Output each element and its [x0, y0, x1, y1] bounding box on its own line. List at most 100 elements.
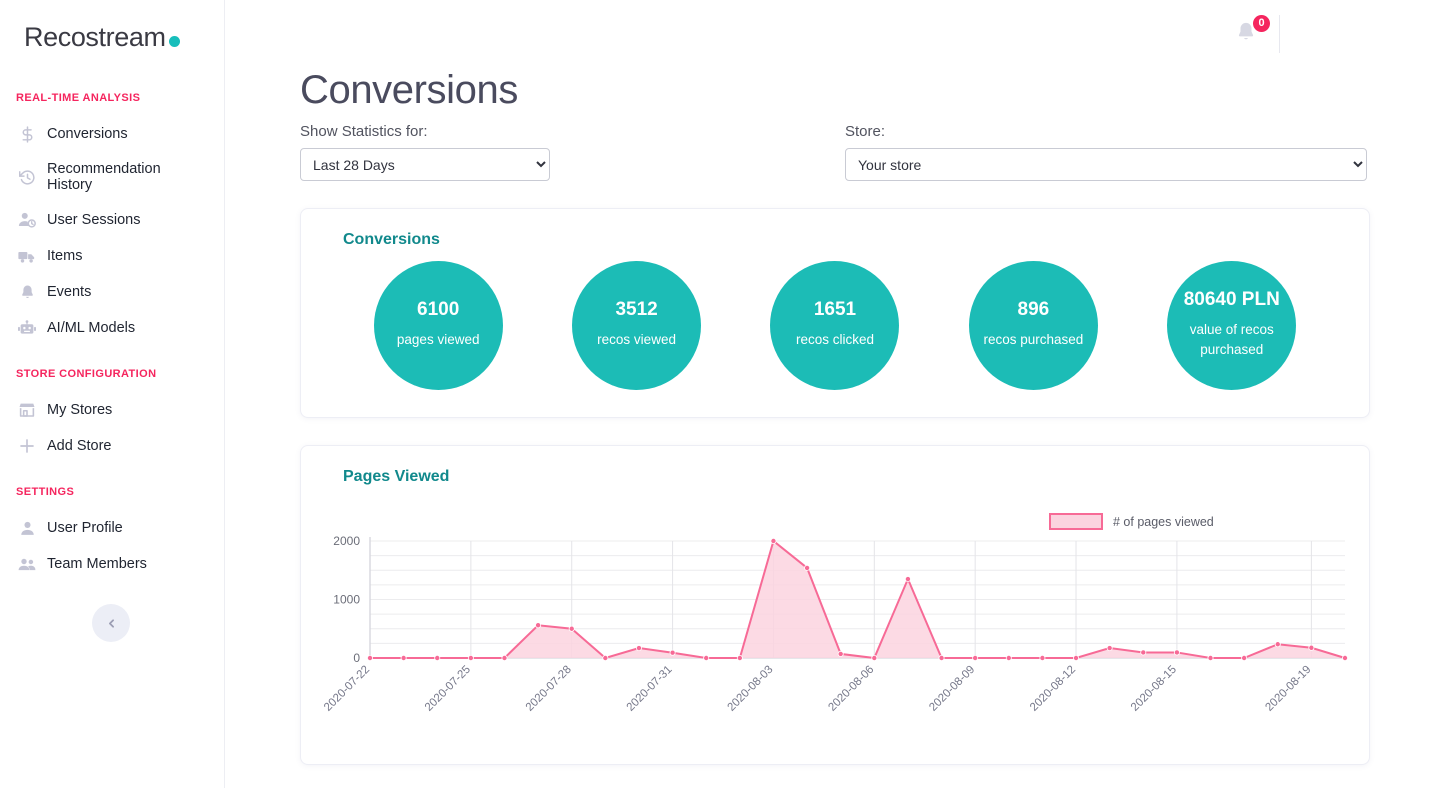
- metric-circle: 1651 recos clicked: [770, 261, 900, 390]
- sidebar-section-title: SETTINGS: [16, 486, 75, 498]
- chart-data-point[interactable]: [1274, 641, 1281, 648]
- sidebar-nav: REAL-TIME ANALYSIS Conversions Recommendat…: [0, 92, 224, 582]
- sidebar-item-events[interactable]: Events: [0, 274, 224, 310]
- sidebar-item-label: Add Store: [47, 438, 112, 454]
- chart-data-point[interactable]: [635, 645, 642, 652]
- page-title: Conversions: [300, 68, 518, 112]
- x-axis-tick-label: 2020-07-28: [524, 664, 574, 714]
- legend-label: # of pages viewed: [1113, 515, 1214, 529]
- chart-data-point[interactable]: [535, 622, 542, 629]
- x-axis-tick-label: 2020-07-22: [322, 664, 372, 714]
- metric-circle: 3512 recos viewed: [572, 261, 702, 390]
- people-icon: [18, 555, 36, 573]
- sidebar-item-items[interactable]: Items: [0, 238, 224, 274]
- pages-viewed-card-title: Pages Viewed: [343, 468, 450, 485]
- sidebar-item-label: Events: [47, 284, 92, 300]
- x-axis-tick-label: 2020-08-03: [725, 664, 775, 714]
- chart-data-point[interactable]: [1005, 654, 1012, 661]
- sidebar-item-team-members[interactable]: Team Members: [0, 546, 224, 582]
- notification-badge: 0: [1253, 15, 1270, 32]
- metric-label: recos viewed: [597, 331, 676, 347]
- metric-value: 6100: [417, 299, 460, 321]
- chart-data-point[interactable]: [1173, 649, 1180, 656]
- sidebar-item-label: Conversions: [47, 126, 128, 142]
- chart-data-point[interactable]: [703, 654, 710, 661]
- chart-data-point[interactable]: [367, 654, 374, 661]
- metric-value: 1651: [813, 299, 857, 321]
- sidebar-item-label: My Stores: [47, 402, 113, 418]
- chart-data-point[interactable]: [568, 625, 575, 632]
- sidebar-item-add-store[interactable]: Add Store: [0, 428, 224, 464]
- sidebar-section-title: STORE CONFIGURATION: [16, 368, 157, 380]
- topbar-divider: [1279, 15, 1280, 53]
- chart-data-point[interactable]: [804, 564, 811, 571]
- bell-icon: [18, 283, 36, 301]
- robot-icon: [18, 319, 36, 337]
- sidebar-section-title: REAL-TIME ANALYSIS: [16, 92, 141, 104]
- x-axis-tick-label: 2020-07-25: [423, 664, 473, 714]
- sidebar-item-label: User Profile: [47, 520, 123, 536]
- pages-viewed-card: Pages Viewed # of pages viewed 0 1000 2000 2…: [300, 445, 1370, 765]
- metric-label: recos clicked: [795, 331, 874, 347]
- sidebar-item-user-sessions[interactable]: User Sessions: [0, 202, 224, 238]
- metric-circle: 80640 PLN value of recos purchased: [1167, 261, 1297, 390]
- notifications-button[interactable]: 0: [1235, 15, 1270, 47]
- sidebar-item-label: Items: [47, 248, 83, 264]
- chart-data-point[interactable]: [972, 654, 979, 661]
- chart-data-point[interactable]: [1140, 649, 1147, 656]
- store-filter-label: Store:: [845, 123, 886, 140]
- chart-data-point[interactable]: [871, 654, 878, 661]
- date-range-select[interactable]: Last 28 DaysLast 7 DaysTodayLast 90 Days: [300, 148, 550, 181]
- chart-data-point[interactable]: [736, 654, 743, 661]
- chart-data-point[interactable]: [669, 649, 676, 656]
- pages-viewed-chart[interactable]: # of pages viewed 0 1000 2000 2020-07-22 2020…: [301, 486, 1369, 736]
- logo[interactable]: Recostream: [0, 0, 224, 70]
- plus-icon: [18, 437, 36, 455]
- store-filter-group: Store: Your store: [845, 123, 1367, 181]
- chart-data-point[interactable]: [602, 654, 609, 661]
- sidebar: Recostream REAL-TIME ANALYSIS Conversions…: [0, 0, 225, 788]
- x-axis-tick-label: 2020-07-31: [625, 664, 675, 714]
- logo-text: Recostream: [24, 22, 166, 52]
- sidebar-item-my-stores[interactable]: My Stores: [0, 392, 224, 428]
- x-axis-tick-label: 2020-08-09: [927, 664, 977, 714]
- chart-data-point[interactable]: [1106, 645, 1113, 652]
- store-select[interactable]: Your store: [845, 148, 1367, 181]
- sidebar-item-user-profile[interactable]: User Profile: [0, 510, 224, 546]
- chart-data-point[interactable]: [434, 654, 441, 661]
- conversions-card: Conversions 6100 pages viewed 3512 recos vi…: [300, 208, 1370, 418]
- chart-data-point[interactable]: [1073, 654, 1080, 661]
- chart-data-point[interactable]: [501, 654, 508, 661]
- chart-data-point[interactable]: [1342, 654, 1349, 661]
- date-filter-group: Show Statistics for: Last 28 DaysLast 7 …: [300, 123, 845, 181]
- chart-data-point[interactable]: [770, 538, 777, 545]
- date-filter-label: Show Statistics for:: [300, 123, 428, 140]
- chart-data-point[interactable]: [400, 654, 407, 661]
- chart-data-point[interactable]: [938, 654, 945, 661]
- chart-data-point[interactable]: [1207, 654, 1214, 661]
- sidebar-item-label: User Sessions: [47, 212, 141, 228]
- main-content: 0 Conversions Show Statistics for: Last …: [225, 0, 1440, 788]
- metric-label: value of recos purchased: [1189, 321, 1274, 358]
- x-axis-tick-label: 2020-08-12: [1028, 664, 1078, 714]
- chart-data-point[interactable]: [837, 650, 844, 657]
- conversions-metrics-row: 6100 pages viewed 3512 recos viewed 1651 reco…: [301, 249, 1369, 390]
- x-axis-tick-label: 2020-08-06: [826, 664, 876, 714]
- chart-data-point[interactable]: [1308, 644, 1315, 651]
- sidebar-collapse-button[interactable]: [92, 604, 130, 642]
- sidebar-item-conversions[interactable]: Conversions: [0, 116, 224, 152]
- history-icon: [18, 168, 36, 186]
- x-axis-tick-label: 2020-08-15: [1129, 664, 1179, 714]
- app-root: Recostream REAL-TIME ANALYSIS Conversions…: [0, 0, 1440, 788]
- metric-label: recos purchased: [983, 331, 1084, 347]
- conversions-card-title: Conversions: [343, 231, 440, 248]
- chart-data-point[interactable]: [1039, 654, 1046, 661]
- sidebar-item-recommendation-history[interactable]: Recommendation History: [0, 152, 224, 202]
- metric-circle: 896 recos purchased: [968, 261, 1098, 390]
- store-icon: [18, 401, 36, 419]
- chart-data-point[interactable]: [467, 654, 474, 661]
- chart-data-point[interactable]: [904, 576, 911, 583]
- dollar-icon: [18, 125, 36, 143]
- sidebar-item-ai-ml-models[interactable]: AI/ML Models: [0, 310, 224, 346]
- chart-data-point[interactable]: [1241, 654, 1248, 661]
